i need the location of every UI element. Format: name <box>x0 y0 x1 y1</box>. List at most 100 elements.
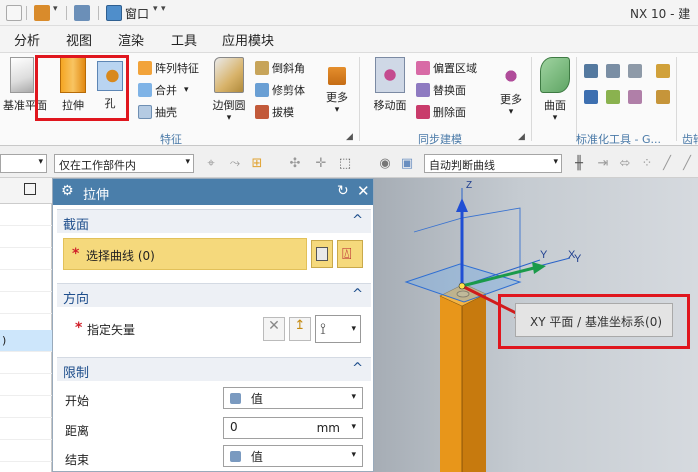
scope-filter-combo[interactable]: 仅在工作部件内 ▾ <box>54 154 194 173</box>
cursor-icon[interactable]: ✣ <box>288 157 302 171</box>
vector-type-combo[interactable]: ⟟ ▾ <box>315 315 361 343</box>
section-header[interactable]: 截面 ^ <box>57 209 371 233</box>
wcs-origin[interactable] <box>458 282 466 290</box>
move-face-button[interactable]: 移动面 <box>370 57 410 113</box>
select-curve-row[interactable]: * 选择曲线 (0) <box>63 238 307 270</box>
delete-face-button[interactable]: 删除面 <box>416 102 466 122</box>
start-type-combo[interactable]: 值 ▾ <box>223 387 363 409</box>
list-item[interactable] <box>0 440 52 462</box>
list-item[interactable] <box>0 352 52 374</box>
curve-rule-combo[interactable]: 自动判断曲线 ▾ <box>424 154 562 173</box>
type-filter-combo[interactable]: ▾ <box>0 154 47 173</box>
maximize-icon[interactable] <box>24 183 36 195</box>
chamfer-label: 倒斜角 <box>272 62 305 75</box>
chevron-down-icon[interactable]: ▾ <box>53 4 58 14</box>
chevron-down-icon[interactable]: ▾ <box>320 105 354 115</box>
menu-tools[interactable]: 工具 <box>171 30 197 49</box>
menu-render[interactable]: 渲染 <box>118 30 144 49</box>
edge-blend-button[interactable]: 边倒圆 ▾ <box>209 57 249 123</box>
list-item[interactable] <box>0 418 52 440</box>
menu-analysis[interactable]: 分析 <box>14 30 40 49</box>
list-item[interactable] <box>0 292 52 314</box>
more-feature-button[interactable]: 更多 ▾ <box>320 57 354 115</box>
list-item[interactable] <box>0 248 52 270</box>
chevron-down-icon[interactable]: ▾ <box>153 4 158 14</box>
curve-selection-button[interactable]: ⍍ <box>337 240 363 268</box>
replace-face-button[interactable]: 替换面 <box>416 80 466 100</box>
list-item[interactable] <box>0 226 52 248</box>
std-tool-1[interactable] <box>584 61 598 81</box>
snap-icon[interactable]: ⌖ <box>204 157 218 171</box>
std-tool-4[interactable] <box>656 61 670 81</box>
pattern-curve-icon[interactable]: ⁘ <box>640 157 654 171</box>
unite-icon <box>138 83 152 97</box>
list-item[interactable] <box>0 374 52 396</box>
chamfer-button[interactable]: 倒斜角 <box>255 58 305 78</box>
crosshair-add-icon[interactable]: ⊞ <box>250 157 264 171</box>
list-item[interactable] <box>0 396 52 418</box>
point-icon[interactable]: ✛ <box>314 157 328 171</box>
solid-front-face[interactable] <box>440 296 462 472</box>
pattern-feature-button[interactable]: 阵列特征 <box>138 58 199 78</box>
list-item[interactable] <box>0 270 52 292</box>
sketch-section-button[interactable] <box>311 240 333 268</box>
gear-icon[interactable]: ⚙ <box>61 183 74 199</box>
draft-button[interactable]: 拔模 <box>255 102 294 122</box>
line-tool-2-icon[interactable]: ╱ <box>680 157 694 171</box>
unite-button[interactable]: 合并 ▾ <box>138 80 189 100</box>
filter-icon[interactable]: ⤳ <box>228 157 242 171</box>
reset-icon[interactable]: ↻ <box>337 183 349 199</box>
chain-icon[interactable]: ⬄ <box>618 157 632 171</box>
window-menu-button[interactable]: 窗口 <box>125 5 149 22</box>
follow-fillet-icon[interactable]: ⇥ <box>596 157 610 171</box>
paint-tool-icon <box>606 90 620 104</box>
line-tool-icon[interactable]: ╱ <box>660 157 674 171</box>
offset-region-button[interactable]: 偏置区域 <box>416 58 477 78</box>
window-icon[interactable] <box>106 5 122 21</box>
more-sync-button[interactable]: 更多 ▾ <box>494 57 528 117</box>
ribbon-group-separator <box>359 57 360 141</box>
customize-toolbar-icon[interactable]: ▾ <box>161 4 166 14</box>
stop-at-intersection-icon[interactable]: ╫ <box>572 157 586 171</box>
solid-body-icon[interactable]: ▣ <box>400 157 414 171</box>
z-datum-label: Z <box>466 180 472 191</box>
shell-button[interactable]: 抽壳 <box>138 102 177 122</box>
std-tool-5[interactable] <box>584 87 598 107</box>
save-icon[interactable] <box>6 5 22 21</box>
open-part-icon[interactable] <box>34 5 50 21</box>
menu-application[interactable]: 应用模块 <box>222 30 274 49</box>
menu-view[interactable]: 视图 <box>66 30 92 49</box>
toolbar-separator <box>66 6 67 20</box>
list-item-selected[interactable]: ) <box>0 330 52 352</box>
close-icon[interactable]: ✕ <box>357 182 370 200</box>
list-item[interactable] <box>0 204 52 226</box>
chevron-down-icon[interactable]: ▾ <box>536 113 574 123</box>
expand-group-icon[interactable]: ◢ <box>518 132 525 142</box>
curve-rule-value: 自动判断曲线 <box>429 159 495 172</box>
distance-input[interactable]: 0 mm ▾ <box>223 417 363 439</box>
replace-face-label: 替换面 <box>433 84 466 97</box>
chevron-down-icon[interactable]: ▾ <box>209 113 249 123</box>
std-tool-3[interactable] <box>628 61 642 81</box>
vector-dialog-button[interactable]: ↥ <box>289 317 311 341</box>
collapse-icon[interactable]: ^ <box>352 213 363 228</box>
view-sphere-icon[interactable]: ◉ <box>378 157 392 171</box>
std-tool-7[interactable] <box>628 87 642 107</box>
std-tool-2[interactable] <box>606 61 620 81</box>
select-box-icon[interactable]: ⬚ <box>338 157 352 171</box>
chevron-down-icon[interactable]: ▾ <box>184 85 189 95</box>
solid-side-face[interactable] <box>462 294 486 472</box>
end-type-combo[interactable]: 值 ▾ <box>223 445 363 467</box>
limits-header[interactable]: 限制 ^ <box>57 357 371 381</box>
direction-header[interactable]: 方向 ^ <box>57 283 371 307</box>
chevron-down-icon[interactable]: ▾ <box>494 107 528 117</box>
collapse-icon[interactable]: ^ <box>352 361 363 376</box>
trim-body-button[interactable]: 修剪体 <box>255 80 305 100</box>
std-tool-8[interactable] <box>656 87 670 107</box>
expand-group-icon[interactable]: ◢ <box>346 132 353 142</box>
reverse-direction-button[interactable]: ✕ <box>263 317 285 341</box>
pen-icon[interactable] <box>74 5 90 21</box>
collapse-icon[interactable]: ^ <box>352 287 363 302</box>
std-tool-6[interactable] <box>606 87 620 107</box>
surface-button[interactable]: 曲面 ▾ <box>536 57 574 123</box>
